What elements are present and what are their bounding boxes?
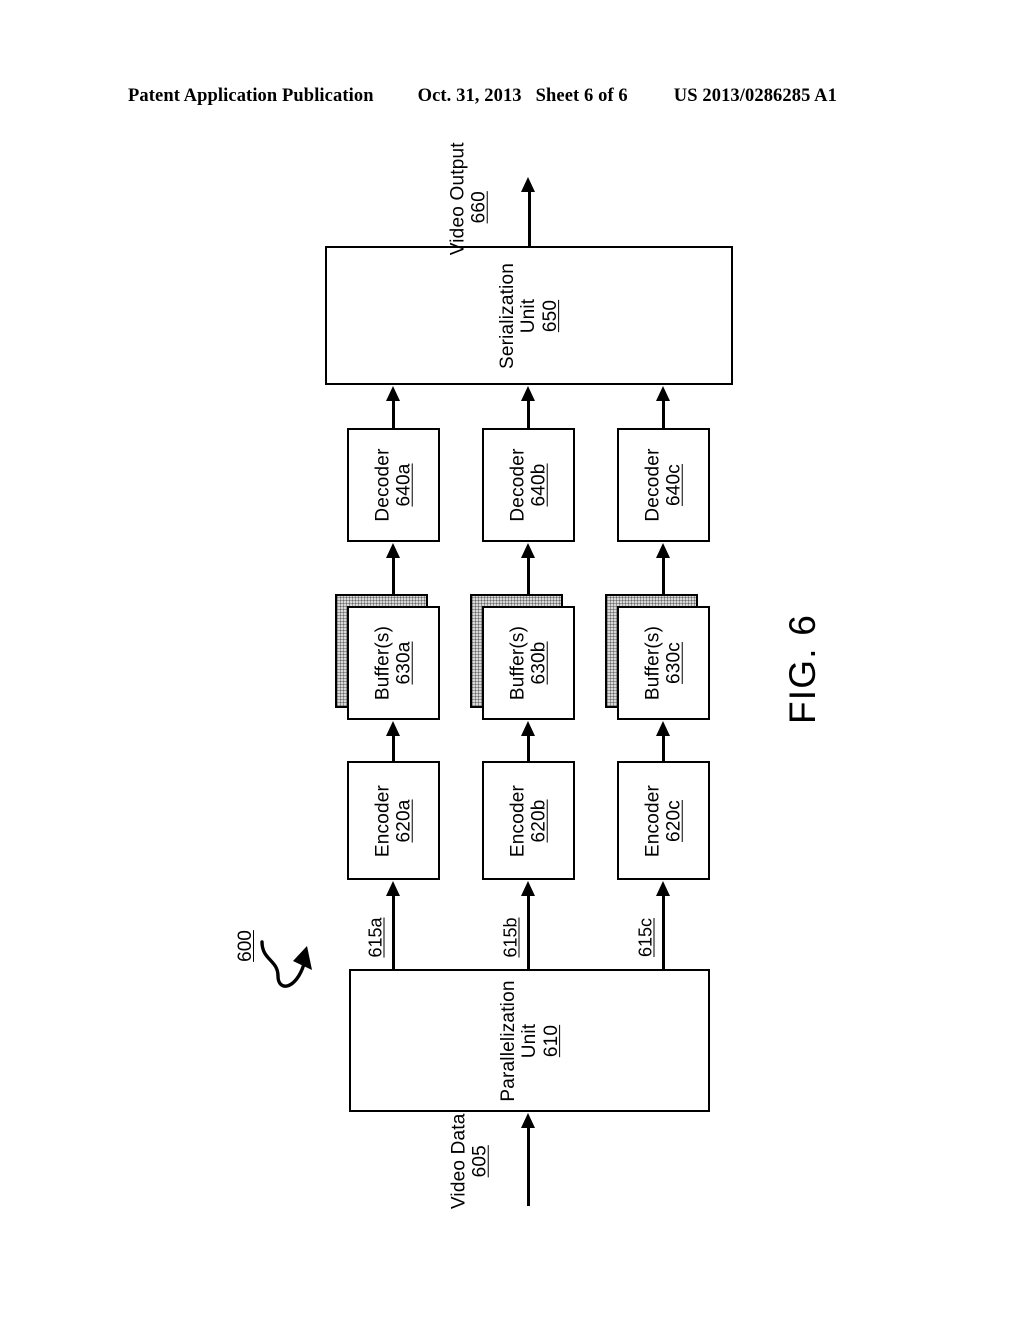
parallelization-to-encoder-b-arrowhead [521, 881, 535, 896]
decoder-box-640b: Decoder 640b [482, 428, 575, 542]
encoder-620a-label: Encoder 620a [372, 784, 415, 856]
video-data-ref: 605 [470, 1145, 491, 1178]
buffer-c-to-decoder-line [662, 556, 665, 594]
video-output-label-text: Video Output [447, 142, 469, 256]
decoder-640c-label: Decoder 640c [642, 448, 685, 521]
parallelization-unit-label: Parallelization Unit 610 [498, 980, 562, 1101]
decoder-b-to-serialization-line [527, 398, 530, 428]
channel-ref-615c: 615c [635, 917, 656, 958]
decoder-640a-label-text: Decoder [372, 448, 394, 522]
buffer-box-630b: Buffer(s) 630b [482, 606, 575, 720]
buffer-630c-ref: 630c [663, 642, 685, 685]
encoder-620b-ref: 620b [528, 798, 550, 843]
parallelization-unit-box: Parallelization Unit 610 [349, 969, 710, 1112]
parallelization-unit-label-line2: Unit [518, 1023, 540, 1058]
buffer-630b-label: Buffer(s) 630b [507, 626, 550, 700]
decoder-640a-label: Decoder 640a [372, 448, 415, 521]
buffer-a-to-decoder-arrowhead [386, 543, 400, 558]
encoder-b-to-buffer-arrowhead [521, 721, 535, 736]
encoder-620a-label-text: Encoder [372, 784, 394, 857]
channel-ref-615b: 615b [500, 917, 521, 958]
decoder-a-to-serialization-line [392, 398, 395, 428]
decoder-b-to-serialization-arrowhead [521, 386, 535, 401]
serialization-unit-label-line1: Serialization [497, 262, 519, 369]
parallelization-to-encoder-a-arrowhead [386, 881, 400, 896]
buffer-630b-ref: 630b [528, 641, 550, 685]
video-output-connector-line [528, 190, 531, 248]
channel-ref-615a: 615a [365, 917, 386, 958]
buffer-b-to-decoder-line [527, 556, 530, 594]
parallelization-unit-ref: 610 [540, 1024, 562, 1057]
video-data-arrowhead [521, 1113, 535, 1128]
parallelization-to-encoder-c-arrowhead [656, 881, 670, 896]
buffer-c-to-decoder-arrowhead [656, 543, 670, 558]
decoder-640b-label-text: Decoder [507, 448, 529, 522]
parallelization-to-encoder-a-line [392, 895, 395, 969]
encoder-620a-ref: 620a [393, 798, 415, 843]
buffer-box-630a: Buffer(s) 630a [347, 606, 440, 720]
parallelization-unit-label-line1: Parallelization [497, 979, 519, 1102]
video-output-label: Video Output 660 [448, 142, 491, 255]
decoder-640c-ref: 640c [663, 464, 685, 507]
serialization-unit-box: Serialization Unit 650 [325, 246, 733, 385]
encoder-box-620a: Encoder 620a [347, 761, 440, 880]
encoder-620b-label: Encoder 620b [507, 784, 550, 856]
buffer-630a-label: Buffer(s) 630a [372, 626, 415, 700]
buffer-630c-label: Buffer(s) 630c [642, 626, 685, 700]
encoder-c-to-buffer-line [662, 733, 665, 761]
encoder-box-620b: Encoder 620b [482, 761, 575, 880]
encoder-620c-label: Encoder 620c [642, 784, 685, 856]
decoder-640a-ref: 640a [393, 463, 415, 507]
decoder-640b-label: Decoder 640b [507, 448, 550, 521]
encoder-620c-label-text: Encoder [642, 784, 664, 857]
parallelization-to-encoder-b-line [527, 895, 530, 969]
decoder-box-640a: Decoder 640a [347, 428, 440, 542]
buffer-630c-label-text: Buffer(s) [642, 625, 664, 701]
video-data-label-text: Video Data [448, 1113, 470, 1210]
encoder-box-620c: Encoder 620c [617, 761, 710, 880]
video-data-connector-line [527, 1126, 530, 1206]
encoder-c-to-buffer-arrowhead [656, 721, 670, 736]
buffer-630a-label-text: Buffer(s) [372, 625, 394, 701]
video-output-arrowhead [521, 177, 535, 192]
encoder-a-to-buffer-arrowhead [386, 721, 400, 736]
buffer-box-630c: Buffer(s) 630c [617, 606, 710, 720]
decoder-a-to-serialization-arrowhead [386, 386, 400, 401]
decoder-box-640c: Decoder 640c [617, 428, 710, 542]
encoder-a-to-buffer-line [392, 733, 395, 761]
video-output-ref: 660 [469, 191, 490, 224]
decoder-640c-label-text: Decoder [642, 448, 664, 522]
figure-caption: FIG. 6 [782, 614, 823, 724]
lead-line-squiggle-arrow [260, 940, 312, 988]
serialization-unit-label: Serialization Unit 650 [497, 262, 561, 368]
buffer-630a-ref: 630a [393, 641, 415, 685]
decoder-640b-ref: 640b [528, 463, 550, 507]
encoder-b-to-buffer-line [527, 733, 530, 761]
decoder-c-to-serialization-arrowhead [656, 386, 670, 401]
parallelization-to-encoder-c-line [662, 895, 665, 969]
decoder-c-to-serialization-line [662, 398, 665, 428]
buffer-b-to-decoder-arrowhead [521, 543, 535, 558]
figure-6-diagram: Video Output 660 Serialization Unit 650 … [0, 0, 1024, 1320]
encoder-620b-label-text: Encoder [507, 784, 529, 857]
buffer-a-to-decoder-line [392, 556, 395, 594]
video-data-label: Video Data 605 [449, 1113, 492, 1209]
serialization-unit-ref: 650 [539, 299, 561, 332]
encoder-620c-ref: 620c [663, 799, 685, 842]
serialization-unit-label-line2: Unit [518, 298, 540, 333]
buffer-630b-label-text: Buffer(s) [507, 625, 529, 701]
